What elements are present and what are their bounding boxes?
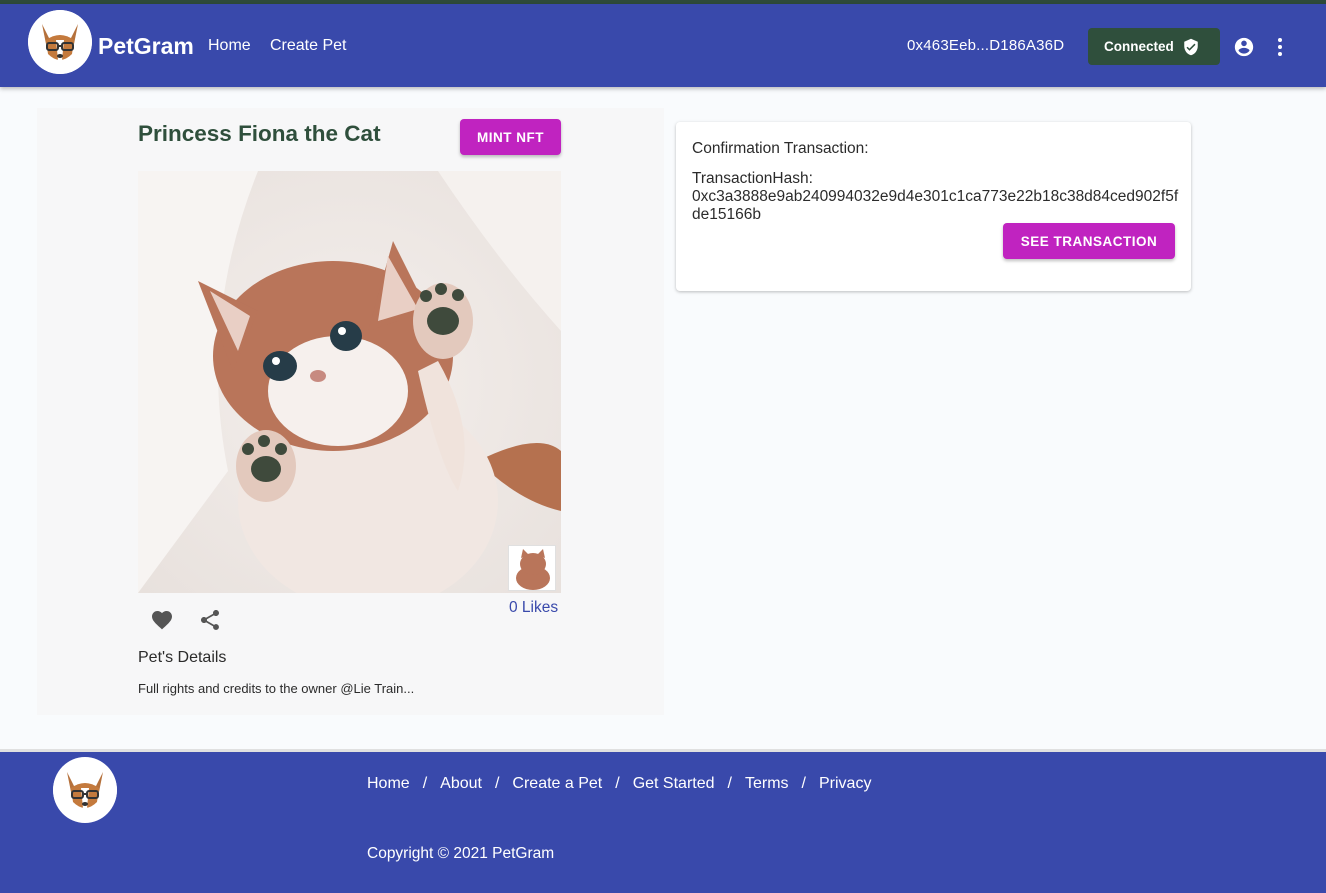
dog-logo-icon[interactable] [28, 10, 92, 74]
dog-logo-icon[interactable] [53, 757, 117, 823]
brand-name[interactable]: PetGram [98, 33, 194, 60]
wallet-address: 0x463Eeb...D186A36D [907, 37, 1065, 54]
connected-button[interactable]: Connected [1088, 28, 1220, 65]
footer-separator: / [615, 775, 620, 792]
footer-link-home[interactable]: Home [367, 775, 410, 793]
nav-create-pet-link[interactable]: Create Pet [270, 37, 346, 55]
footer-link-terms[interactable]: Terms [745, 775, 789, 793]
copyright-text: Copyright © 2021 PetGram [367, 845, 555, 862]
mint-nft-button[interactable]: MINT NFT [460, 119, 561, 155]
pet-photo [138, 171, 561, 593]
connected-label: Connected [1104, 39, 1174, 54]
share-icon[interactable] [198, 608, 222, 632]
shield-check-icon [1182, 38, 1200, 56]
pet-details-heading: Pet's Details [138, 649, 227, 666]
likes-count: 0 Likes [509, 599, 559, 616]
transaction-hash-label: TransactionHash: [692, 170, 813, 187]
more-vert-icon[interactable] [1270, 36, 1290, 58]
account-circle-icon[interactable] [1233, 36, 1255, 58]
footer-separator: / [422, 775, 428, 792]
app-header: PetGram Home Create Pet 0x463Eeb...D186A… [0, 4, 1326, 87]
footer-link-privacy[interactable]: Privacy [819, 775, 871, 793]
footer-separator: / [494, 775, 500, 792]
see-transaction-button[interactable]: SEE TRANSACTION [1003, 223, 1175, 259]
footer-link-create-a-pet[interactable]: Create a Pet [512, 775, 602, 793]
owner-avatar-thumbnail [508, 545, 556, 591]
footer-separator: / [801, 775, 806, 792]
pet-details-text: Full rights and credits to the owner @Li… [138, 681, 415, 696]
heart-icon[interactable] [150, 608, 174, 632]
footer-nav: Home / About / Create a Pet / Get Starte… [367, 775, 871, 793]
pet-name: Princess Fiona the Cat [138, 121, 381, 146]
footer-separator: / [727, 775, 732, 792]
nav-home-link[interactable]: Home [208, 37, 251, 55]
app-footer [0, 749, 1326, 893]
footer-link-get-started[interactable]: Get Started [633, 775, 715, 793]
footer-link-about[interactable]: About [440, 775, 482, 793]
transaction-hash-value: 0xc3a3888e9ab240994032e9d4e301c1ca773e22… [692, 188, 1179, 223]
confirmation-transaction-label: Confirmation Transaction: [692, 140, 869, 157]
